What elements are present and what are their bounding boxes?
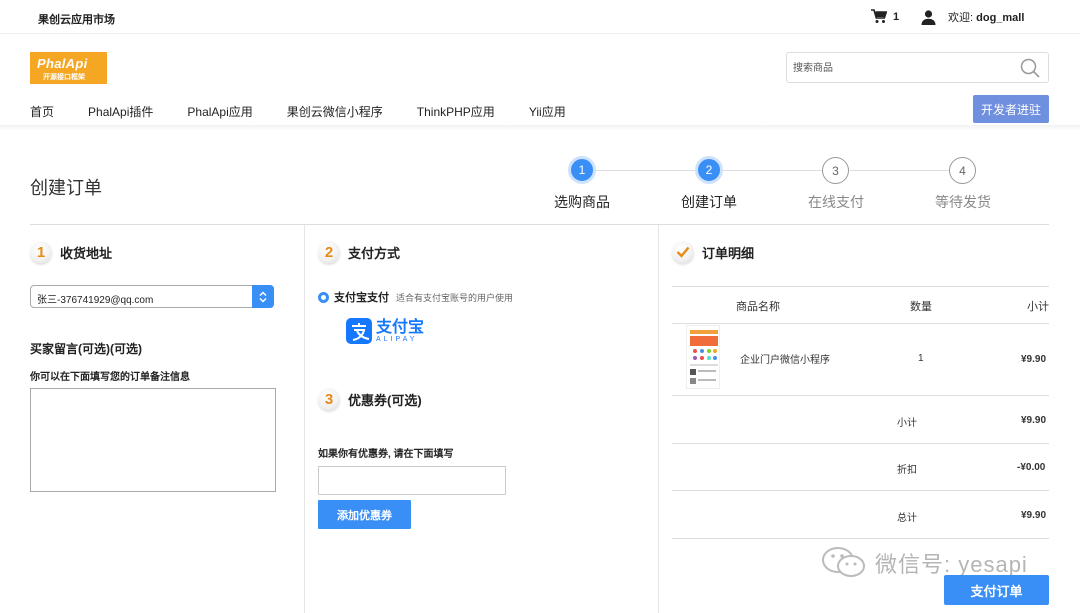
step-connector xyxy=(850,170,950,171)
coupon-section-header: 3 优惠券(可选) xyxy=(318,388,422,410)
buyer-message-title: 买家留言(可选)(可选) xyxy=(30,342,142,356)
buyer-message-textarea[interactable] xyxy=(30,388,276,492)
summary-subtotal-value: ¥9.90 xyxy=(1021,415,1047,426)
cart-icon xyxy=(871,9,887,23)
table-divider xyxy=(672,395,1049,396)
section-number-badge: 1 xyxy=(30,241,52,263)
coupon-input[interactable] xyxy=(318,466,506,495)
select-arrows-icon xyxy=(252,285,274,308)
add-coupon-button[interactable]: 添加优惠券 xyxy=(318,500,411,529)
page-title: 创建订单 xyxy=(30,178,102,198)
table-divider xyxy=(672,538,1049,539)
summary-discount-value: -¥0.00 xyxy=(1017,462,1046,473)
section-number-badge: 3 xyxy=(318,388,340,410)
payment-option-name: 支付宝支付 xyxy=(334,292,389,304)
alipay-logo-cn: 支付宝 xyxy=(376,319,425,336)
nav-item-wechat-miniprogram[interactable]: 果创云微信小程序 xyxy=(287,103,383,120)
step-connector xyxy=(722,170,822,171)
step-4-label: 等待发货 xyxy=(935,194,991,210)
cart-count: 1 xyxy=(893,10,900,23)
user-icon xyxy=(921,9,936,25)
main-nav: 首页 PhalApi插件 PhalApi应用 果创云微信小程序 ThinkPHP… xyxy=(30,103,600,120)
checkmark-icon xyxy=(672,241,694,263)
summary-total-label: 总计 xyxy=(897,513,917,524)
order-section-header: 订单明细 xyxy=(672,241,754,263)
nav-item-phalapi-plugins[interactable]: PhalApi插件 xyxy=(88,103,153,120)
nav-item-thinkphp-apps[interactable]: ThinkPHP应用 xyxy=(417,103,495,120)
product-name[interactable]: 企业门户微信小程序 xyxy=(740,351,830,366)
alipay-radio-option[interactable]: 支付宝支付 适合有支付宝账号的用户使用 xyxy=(318,289,513,305)
pay-order-button[interactable]: 支付订单 xyxy=(944,575,1049,605)
table-divider xyxy=(672,286,1049,287)
buyer-message-hint: 你可以在下面填写您的订单备注信息 xyxy=(30,372,190,383)
payment-option-desc: 适合有支付宝账号的用户使用 xyxy=(396,292,514,303)
table-divider xyxy=(672,490,1049,491)
welcome-label: 欢迎: xyxy=(948,12,974,24)
table-divider xyxy=(672,323,1049,324)
coupon-hint: 如果你有优惠券, 请在下面填写 xyxy=(318,449,454,460)
nav-item-home[interactable]: 首页 xyxy=(30,103,54,120)
address-select[interactable]: 张三-376741929@qq.com xyxy=(30,285,274,308)
section-number-badge: 2 xyxy=(318,241,340,263)
step-1-number: 1 xyxy=(568,156,596,184)
nav-item-phalapi-apps[interactable]: PhalApi应用 xyxy=(187,103,252,120)
nav-item-yii-apps[interactable]: Yii应用 xyxy=(529,103,566,120)
step-2-label: 创建订单 xyxy=(681,194,737,210)
product-thumbnail[interactable] xyxy=(686,325,720,389)
search-icon[interactable] xyxy=(1019,57,1041,79)
order-title: 订单明细 xyxy=(702,245,755,261)
radio-selected-icon[interactable] xyxy=(318,291,329,303)
address-selected-value: 张三-376741929@qq.com xyxy=(37,295,154,306)
column-divider xyxy=(304,225,305,613)
address-title: 收货地址 xyxy=(60,245,113,261)
alipay-logo: 支付宝 ALIPAY xyxy=(346,318,424,344)
summary-discount-label: 折扣 xyxy=(897,465,917,476)
username: dog_mall xyxy=(976,12,1025,24)
summary-subtotal-label: 小计 xyxy=(897,418,917,429)
search-input[interactable] xyxy=(793,59,1013,77)
column-divider xyxy=(658,225,659,613)
wechat-icon xyxy=(822,547,865,577)
payment-section-header: 2 支付方式 xyxy=(318,241,400,263)
developer-join-button[interactable]: 开发者进驻 xyxy=(973,95,1049,123)
step-3-label: 在线支付 xyxy=(808,194,864,210)
cart-link[interactable]: 1 xyxy=(871,9,899,24)
logo[interactable]: PhalApi 开源接口框架 xyxy=(30,52,107,84)
user-menu[interactable]: 欢迎: dog_mall xyxy=(921,9,1024,25)
column-header-name: 商品名称 xyxy=(736,301,780,313)
alipay-logo-en: ALIPAY xyxy=(376,336,418,343)
column-header-qty: 数量 xyxy=(910,301,932,313)
alipay-icon xyxy=(346,318,372,344)
coupon-title: 优惠券(可选) xyxy=(348,392,422,408)
site-name[interactable]: 果创云应用市场 xyxy=(38,11,115,27)
logo-subtitle: 开源接口框架 xyxy=(43,74,85,81)
step-1-label: 选购商品 xyxy=(554,194,610,210)
summary-total-value: ¥9.90 xyxy=(1021,510,1047,521)
logo-text: PhalApi xyxy=(37,56,88,71)
product-qty: 1 xyxy=(918,353,924,364)
title-divider xyxy=(30,224,1049,225)
step-connector xyxy=(595,170,695,171)
step-4-number: 4 xyxy=(949,157,976,184)
step-2-number: 2 xyxy=(695,156,723,184)
payment-title: 支付方式 xyxy=(348,245,401,261)
table-divider xyxy=(672,443,1049,444)
step-3-number: 3 xyxy=(822,157,849,184)
header-divider xyxy=(0,125,1080,131)
column-header-subtotal: 小计 xyxy=(1027,301,1049,313)
top-bar: 果创云应用市场 1 欢迎: dog_mall xyxy=(0,0,1080,34)
product-price: ¥9.90 xyxy=(1021,354,1047,365)
search-box xyxy=(786,52,1049,83)
address-section-header: 1 收货地址 xyxy=(30,241,112,263)
